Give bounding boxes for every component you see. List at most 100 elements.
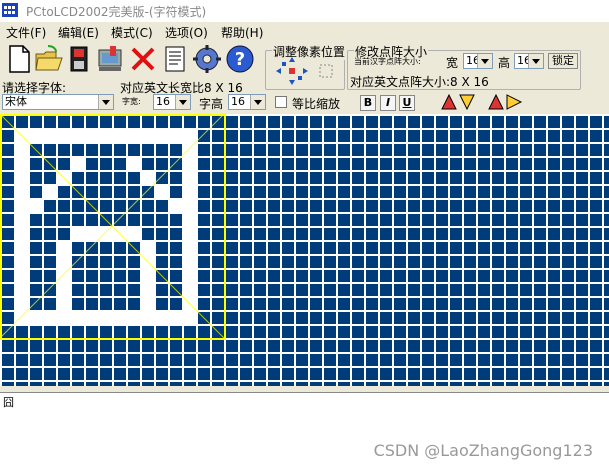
pixel-off[interactable] (534, 270, 546, 282)
pixel-off[interactable] (44, 214, 56, 226)
pixel-off[interactable] (198, 368, 210, 380)
pixel-off[interactable] (450, 200, 462, 212)
pixel-off[interactable] (198, 158, 210, 170)
pixel-off[interactable] (562, 214, 574, 226)
pixel-off[interactable] (324, 270, 336, 282)
pixel-off[interactable] (72, 340, 84, 352)
pixel-off[interactable] (366, 172, 378, 184)
pixel-off[interactable] (100, 116, 112, 128)
pixel-off[interactable] (548, 368, 560, 380)
pixel-off[interactable] (86, 270, 98, 282)
pixel-grid[interactable] (0, 114, 609, 386)
pixel-off[interactable] (338, 186, 350, 198)
pixel-off[interactable] (548, 242, 560, 254)
pixel-off[interactable] (338, 354, 350, 366)
pixel-off[interactable] (338, 312, 350, 324)
pixel-off[interactable] (534, 186, 546, 198)
pixel-off[interactable] (394, 130, 406, 142)
pixel-off[interactable] (44, 284, 56, 296)
pixel-off[interactable] (366, 368, 378, 380)
pixel-off[interactable] (408, 354, 420, 366)
pixel-off[interactable] (380, 228, 392, 240)
pixel-on[interactable] (156, 186, 168, 198)
pixel-on[interactable] (16, 172, 28, 184)
pixel-off[interactable] (520, 186, 532, 198)
pixel-off[interactable] (352, 368, 364, 380)
pixel-off[interactable] (366, 270, 378, 282)
pixel-off[interactable] (128, 326, 140, 338)
gear-icon[interactable] (192, 44, 222, 74)
pixel-off[interactable] (128, 340, 140, 352)
pixel-off[interactable] (576, 312, 588, 324)
pixel-off[interactable] (408, 158, 420, 170)
pixel-off[interactable] (296, 270, 308, 282)
pixel-off[interactable] (352, 172, 364, 184)
pixel-off[interactable] (226, 368, 238, 380)
pixel-off[interactable] (380, 242, 392, 254)
pixel-off[interactable] (324, 256, 336, 268)
pixel-off[interactable] (310, 186, 322, 198)
pixel-off[interactable] (352, 326, 364, 338)
pixel-off[interactable] (450, 172, 462, 184)
pixel-off[interactable] (114, 298, 126, 310)
pixel-off[interactable] (86, 158, 98, 170)
pixel-off[interactable] (310, 368, 322, 380)
pixel-off[interactable] (226, 312, 238, 324)
pixel-off[interactable] (226, 340, 238, 352)
pixel-off[interactable] (464, 172, 476, 184)
pixel-off[interactable] (534, 144, 546, 156)
pixel-off[interactable] (198, 284, 210, 296)
pixel-off[interactable] (422, 116, 434, 128)
pixel-off[interactable] (296, 228, 308, 240)
pixel-off[interactable] (394, 368, 406, 380)
pixel-off[interactable] (562, 368, 574, 380)
pixel-off[interactable] (198, 298, 210, 310)
pixel-off[interactable] (156, 256, 168, 268)
pixel-off[interactable] (254, 200, 266, 212)
pixel-on[interactable] (16, 144, 28, 156)
pixel-off[interactable] (548, 186, 560, 198)
pixel-off[interactable] (478, 340, 490, 352)
pixel-on[interactable] (16, 312, 28, 324)
pixel-off[interactable] (226, 144, 238, 156)
pixel-off[interactable] (464, 312, 476, 324)
pixel-off[interactable] (2, 144, 14, 156)
pixel-off[interactable] (590, 158, 602, 170)
pixel-off[interactable] (478, 242, 490, 254)
pixel-off[interactable] (394, 200, 406, 212)
pixel-off[interactable] (254, 312, 266, 324)
pixel-off[interactable] (520, 116, 532, 128)
pixel-off[interactable] (492, 284, 504, 296)
pixel-off[interactable] (30, 116, 42, 128)
pixel-off[interactable] (436, 186, 448, 198)
pixel-off[interactable] (534, 354, 546, 366)
pixel-off[interactable] (128, 354, 140, 366)
pixel-off[interactable] (324, 200, 336, 212)
pixel-off[interactable] (604, 158, 609, 170)
pixel-off[interactable] (394, 172, 406, 184)
pixel-off[interactable] (128, 256, 140, 268)
pixel-off[interactable] (72, 298, 84, 310)
pixel-off[interactable] (436, 242, 448, 254)
pixel-off[interactable] (534, 116, 546, 128)
pixel-on[interactable] (30, 312, 42, 324)
pixel-off[interactable] (408, 172, 420, 184)
pixel-off[interactable] (548, 116, 560, 128)
pixel-off[interactable] (548, 326, 560, 338)
pixel-off[interactable] (338, 340, 350, 352)
pixel-off[interactable] (520, 144, 532, 156)
pixel-off[interactable] (520, 326, 532, 338)
pixel-off[interactable] (366, 130, 378, 142)
pixel-off[interactable] (170, 158, 182, 170)
pixel-off[interactable] (422, 130, 434, 142)
pixel-off[interactable] (198, 130, 210, 142)
rotate-icon[interactable] (440, 93, 476, 111)
pixel-off[interactable] (604, 298, 609, 310)
pixel-off[interactable] (156, 284, 168, 296)
pixel-off[interactable] (156, 242, 168, 254)
pixel-off[interactable] (394, 354, 406, 366)
pixel-off[interactable] (128, 214, 140, 226)
pixel-off[interactable] (296, 116, 308, 128)
pixel-off[interactable] (562, 130, 574, 142)
pixel-off[interactable] (548, 144, 560, 156)
